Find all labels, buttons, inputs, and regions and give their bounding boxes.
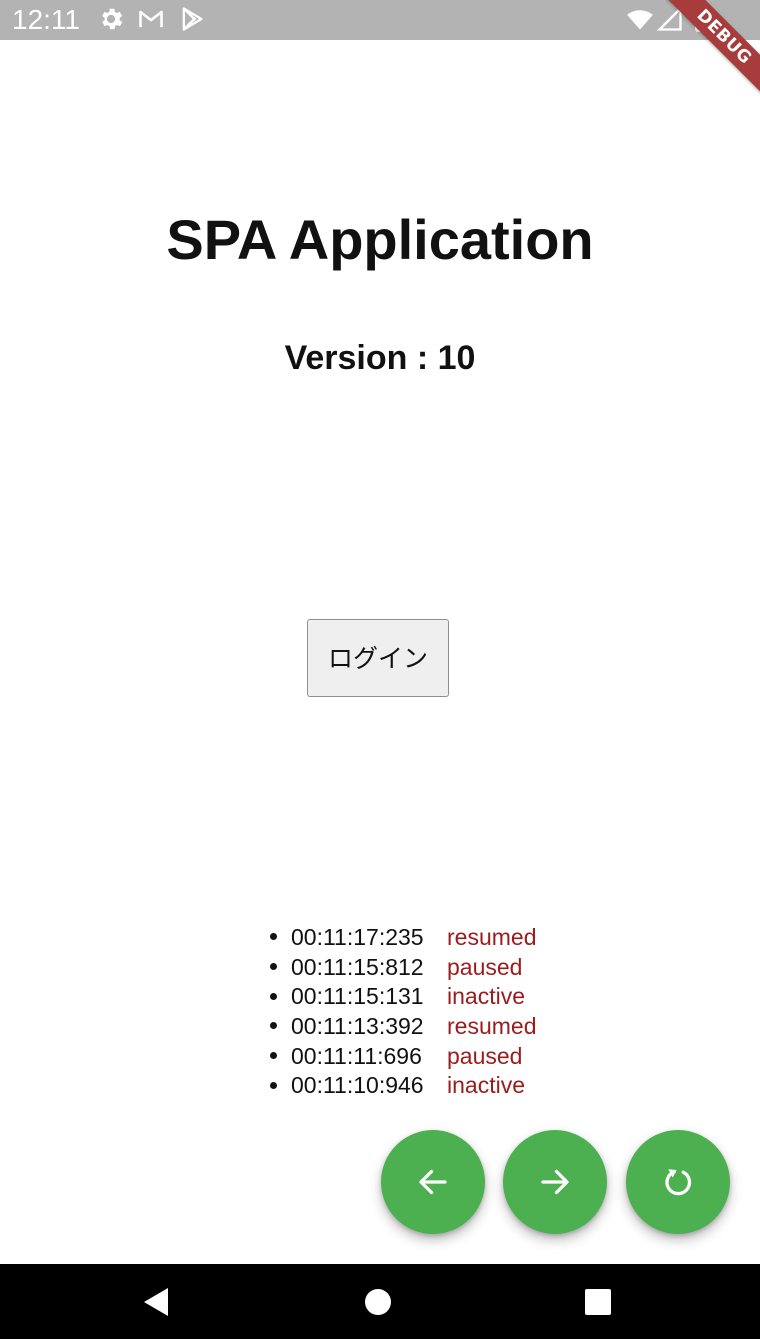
log-state: inactive — [447, 1072, 525, 1099]
log-time: 00:11:15:812 — [291, 953, 424, 980]
page-title: SPA Application — [166, 208, 594, 271]
home-circle-icon[interactable] — [360, 1284, 396, 1320]
back-button[interactable] — [381, 1130, 485, 1234]
refresh-button[interactable] — [626, 1130, 730, 1234]
log-time: 00:11:13:392 — [291, 1013, 424, 1040]
log-state: paused — [447, 1042, 523, 1069]
log-state: resumed — [447, 924, 537, 950]
log-time: 00:11:10:946 — [291, 1072, 424, 1099]
wifi-icon — [626, 5, 654, 33]
log-time: 00:11:17:235 — [291, 924, 424, 950]
log-state: resumed — [447, 1013, 537, 1040]
list-item: 00:11:17:235 resumed — [270, 923, 536, 953]
log-state: paused — [447, 953, 523, 980]
list-item: 00:11:10:946 inactive — [270, 1071, 536, 1101]
lifecycle-log-list: 00:11:17:235 resumed 00:11:15:812 paused 0… — [270, 923, 536, 1101]
forward-button[interactable] — [503, 1130, 607, 1234]
refresh-icon — [665, 1169, 692, 1196]
list-item: 00:11:15:812 paused — [270, 953, 536, 983]
bullet-icon — [270, 1022, 277, 1030]
bullet-icon — [270, 933, 277, 941]
arrow-forward-icon — [541, 1169, 569, 1195]
gmail-icon — [137, 5, 165, 33]
back-triangle-icon[interactable] — [138, 1284, 174, 1320]
version-label: Version : 10 — [284, 339, 476, 377]
status-bar: 12:11 — [0, 0, 760, 40]
navigation-bar — [0, 1264, 760, 1339]
bullet-icon — [270, 1081, 277, 1089]
bullet-icon — [270, 992, 277, 1000]
recents-square-icon[interactable] — [580, 1284, 616, 1320]
play-store-icon — [178, 5, 206, 33]
list-item: 00:11:11:696 paused — [270, 1042, 536, 1072]
log-time: 00:11:11:696 — [291, 1042, 422, 1069]
bullet-icon — [270, 1052, 277, 1060]
arrow-back-icon — [419, 1169, 447, 1195]
app-screen: 12:11 DEBUG SPA Application Version: 10… — [0, 0, 760, 1339]
login-button[interactable]: ログイン — [307, 619, 449, 697]
list-item: 00:11:13:392 resumed — [270, 1012, 536, 1042]
list-item: 00:11:15:131 inactive — [270, 982, 536, 1012]
gear-icon — [97, 5, 125, 33]
log-state: inactive — [447, 983, 525, 1010]
status-time: 12:11 — [12, 4, 80, 35]
bullet-icon — [270, 963, 277, 971]
log-time: 00:11:15:131 — [291, 983, 424, 1010]
